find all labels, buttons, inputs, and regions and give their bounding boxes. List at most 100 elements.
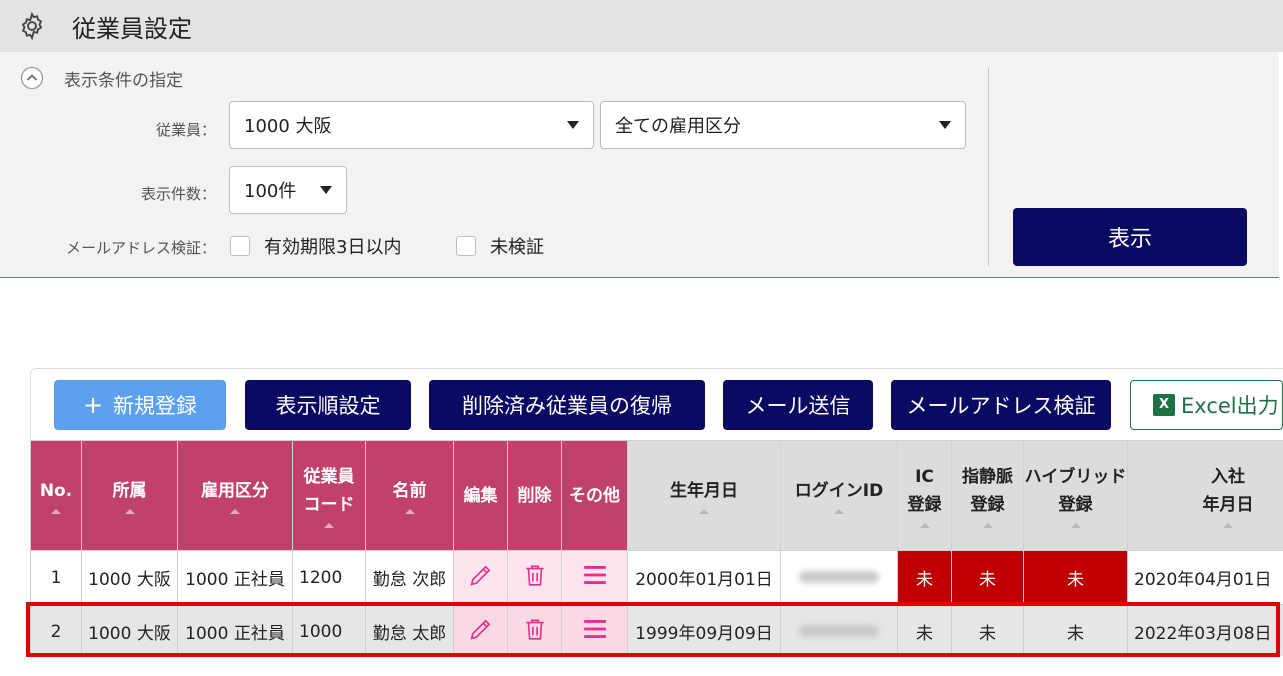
col-no-label: No. <box>39 481 73 501</box>
col-other: その他 <box>561 440 628 551</box>
plus-icon: + <box>82 391 104 419</box>
sort-icon <box>124 509 135 514</box>
col-login-label: ログインID <box>794 481 884 501</box>
cell-birth: 1999年09月09日 <box>627 604 781 656</box>
sort-icon <box>404 509 415 514</box>
col-no[interactable]: No. <box>30 440 82 551</box>
filter-panel: 表示条件の指定 従業員： 1000 大阪 全ての雇用区分 表示件数： 100件 … <box>0 52 1279 278</box>
chevron-down-icon <box>567 121 579 129</box>
col-dept[interactable]: 所属 <box>81 440 178 551</box>
send-mail-button[interactable]: メール送信 <box>723 380 873 430</box>
col-type-label: 雇用区分 <box>201 481 269 501</box>
sort-icon <box>1070 523 1081 528</box>
employee-select[interactable]: 1000 大阪 <box>229 101 594 149</box>
other-cell[interactable] <box>561 550 628 605</box>
col-birth-label: 生年月日 <box>670 481 738 501</box>
menu-icon[interactable] <box>582 618 608 640</box>
pencil-icon[interactable] <box>467 561 495 589</box>
filter-divider <box>988 68 989 266</box>
pencil-icon[interactable] <box>467 615 495 643</box>
sort-icon <box>982 523 993 528</box>
page-title: 従業員設定 <box>72 14 192 43</box>
other-cell[interactable] <box>561 604 628 656</box>
col-ic-label-2: 登録 <box>907 495 942 515</box>
unverified-checkbox[interactable] <box>456 236 476 256</box>
col-edit: 編集 <box>453 440 508 551</box>
col-join-label-1: 入社 <box>1211 467 1245 487</box>
collapse-icon[interactable] <box>20 66 44 90</box>
excel-icon: X <box>1153 394 1175 416</box>
col-join[interactable]: 入社 年月日 <box>1127 440 1283 551</box>
cell-vein: 未 <box>951 550 1024 605</box>
table-row[interactable]: 2 1000 大阪 1000 正社員 1000 勤怠 太郎 1999年09月09… <box>30 604 1283 656</box>
cell-login <box>780 604 898 656</box>
cell-ic: 未 <box>897 604 952 656</box>
col-delete: 削除 <box>507 440 562 551</box>
unverified-label[interactable]: 未検証 <box>490 233 544 259</box>
filter-section-label[interactable]: 表示条件の指定 <box>64 66 183 91</box>
table-header-row: No. 所属 雇用区分 従業員コード 名前 編集 削除 その他 生年月日 ログイ… <box>30 440 1283 551</box>
col-vein[interactable]: 指静脈 登録 <box>951 440 1024 551</box>
restore-deleted-button[interactable]: 削除済み従業員の復帰 <box>429 380 705 430</box>
col-login[interactable]: ログインID <box>780 440 898 551</box>
edit-cell[interactable] <box>453 604 508 656</box>
trash-icon[interactable] <box>522 561 548 589</box>
cell-hybrid: 未 <box>1023 550 1128 605</box>
cell-type: 1000 正社員 <box>177 604 293 656</box>
col-ic[interactable]: IC 登録 <box>897 440 952 551</box>
cell-no: 1 <box>30 550 82 605</box>
sort-icon <box>834 509 844 514</box>
col-ic-label-1: IC <box>915 467 934 487</box>
table-row[interactable]: 1 1000 大阪 1000 正社員 1200 勤怠 次郎 2000年01月01… <box>30 550 1283 605</box>
col-code[interactable]: 従業員 コード <box>292 440 366 551</box>
cell-type: 1000 正社員 <box>177 550 293 605</box>
count-label: 表示件数： <box>140 185 216 203</box>
col-other-label: その他 <box>569 485 620 506</box>
cell-ic: 未 <box>897 550 952 605</box>
cell-name: 勤怠 次郎 <box>365 550 454 605</box>
employment-type-select[interactable]: 全ての雇用区分 <box>600 101 966 149</box>
cell-dept: 1000 大阪 <box>81 604 178 656</box>
delete-cell[interactable] <box>507 550 562 605</box>
sort-icon <box>919 523 930 528</box>
col-edit-label: 編集 <box>463 485 498 506</box>
show-button[interactable]: 表示 <box>1013 208 1247 266</box>
col-name[interactable]: 名前 <box>365 440 454 551</box>
col-hybrid[interactable]: ハイブリッド 登録 <box>1023 440 1128 551</box>
col-hybrid-label-1: ハイブリッド <box>1024 467 1127 487</box>
display-order-button[interactable]: 表示順設定 <box>245 380 411 430</box>
cell-no: 2 <box>30 604 82 656</box>
excel-export-button[interactable]: X Excel出力 <box>1130 380 1283 430</box>
col-code-label-2: コード <box>303 495 355 515</box>
menu-icon[interactable] <box>582 564 608 586</box>
employee-select-value: 1000 大阪 <box>244 116 332 137</box>
chevron-down-icon <box>320 186 332 194</box>
trash-icon[interactable] <box>522 615 548 643</box>
cell-hybrid: 未 <box>1023 604 1128 656</box>
col-vein-label-2: 登録 <box>970 495 1005 515</box>
col-name-label: 名前 <box>392 481 427 501</box>
col-birth[interactable]: 生年月日 <box>627 440 781 551</box>
email-verify-button[interactable]: メールアドレス検証 <box>891 380 1111 430</box>
edit-cell[interactable] <box>453 550 508 605</box>
employee-table: No. 所属 雇用区分 従業員コード 名前 編集 削除 その他 生年月日 ログイ… <box>30 440 1283 656</box>
page-header: 従業員設定 <box>0 0 1283 52</box>
excel-export-label: Excel出力 <box>1181 394 1279 418</box>
new-register-label: 新規登録 <box>113 394 198 418</box>
email-verify-label: メールアドレス検証： <box>65 239 216 257</box>
cell-birth: 2000年01月01日 <box>627 550 781 605</box>
expiry-3days-label[interactable]: 有効期限3日以内 <box>264 233 401 259</box>
new-register-button[interactable]: + 新規登録 <box>54 380 226 430</box>
col-dept-label: 所属 <box>112 481 147 501</box>
col-code-label-1: 従業員 <box>303 467 355 487</box>
expiry-3days-checkbox[interactable] <box>230 236 250 256</box>
cell-join: 2022年03月08日 <box>1127 604 1283 656</box>
col-type[interactable]: 雇用区分 <box>177 440 293 551</box>
count-select-value: 100件 <box>244 181 297 202</box>
sort-icon <box>1223 523 1233 528</box>
cell-join: 2020年04月01日 <box>1127 550 1283 605</box>
delete-cell[interactable] <box>507 604 562 656</box>
cell-code: 1200 <box>292 550 366 605</box>
blurred-login-id <box>799 624 879 637</box>
count-select[interactable]: 100件 <box>229 166 347 214</box>
